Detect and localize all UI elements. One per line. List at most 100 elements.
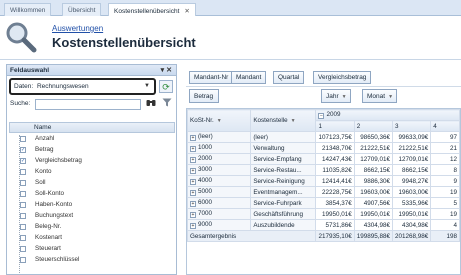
- binoculars-button[interactable]: [145, 98, 157, 111]
- checkbox[interactable]: [20, 180, 26, 186]
- column-header-name: Name: [34, 124, 52, 131]
- tab-willkommen[interactable]: Willkommen: [4, 3, 52, 16]
- expand-icon[interactable]: +: [190, 212, 196, 218]
- table-row: +4000 Service-Reinigung 12414,41€ 9886,30€ 9…: [187, 175, 460, 187]
- expand-icon[interactable]: +: [190, 157, 196, 163]
- data-field-betrag[interactable]: Betrag: [189, 89, 219, 103]
- checkbox[interactable]: [20, 213, 26, 219]
- value-cell: 19950,01€: [392, 208, 432, 220]
- value-cell: 4907,56€: [353, 197, 394, 209]
- collapse-icon[interactable]: −: [318, 113, 325, 119]
- value-cell: 107123,75€: [315, 131, 355, 143]
- expand-icon[interactable]: +: [190, 168, 196, 174]
- filter-drop-zone: Mandant-Nr Mandant Quartal Vergleichsbet…: [186, 67, 461, 87]
- field-label: Monat: [367, 93, 386, 100]
- close-icon[interactable]: ✕: [184, 8, 189, 15]
- value-cell: 97: [430, 131, 460, 143]
- kostenstelle-cell: Service-Fuhrpark: [250, 197, 317, 209]
- binoculars-icon: [146, 100, 156, 106]
- filter-field-mandant[interactable]: Mandant: [231, 71, 267, 84]
- kost-nr-cell[interactable]: +7000: [187, 208, 252, 220]
- checkbox[interactable]: [20, 246, 26, 252]
- kost-nr-cell[interactable]: +5000: [187, 186, 252, 198]
- kost-nr-cell[interactable]: +9000: [187, 219, 252, 231]
- list-item[interactable]: Beleg-Nr.: [9, 221, 175, 232]
- value-cell: 4304,98€: [353, 219, 394, 231]
- filter-field-mandant-nr[interactable]: Mandant-Nr: [189, 71, 234, 84]
- kost-nr-cell[interactable]: +1000: [187, 142, 252, 154]
- table-row: +5000 Eventmanagem... 22228,75€ 19603,00€ 19…: [187, 186, 460, 198]
- tab-uebersicht[interactable]: Übersicht: [62, 3, 102, 16]
- filter-field-quartal[interactable]: Quartal: [273, 71, 305, 84]
- value-cell: 8662,15€: [353, 164, 394, 176]
- field-list-header[interactable]: Name: [9, 122, 175, 133]
- chevron-down-icon: ▼: [290, 118, 296, 124]
- kost-nr-value: 3000: [198, 166, 213, 173]
- tab-kostenstellenuebersicht[interactable]: Kostenstellenübersicht ✕: [108, 3, 196, 17]
- month-header: 2: [353, 120, 394, 132]
- year-header[interactable]: −2009: [315, 109, 460, 121]
- panel-controls[interactable]: ▾ ✕: [161, 66, 172, 74]
- filter-field-vergleichsbetrag[interactable]: Vergleichsbetrag: [313, 71, 372, 84]
- list-item[interactable]: ✓ Vergleichsbetrag: [9, 155, 175, 166]
- checkbox[interactable]: [20, 202, 26, 208]
- list-item[interactable]: Soll-Konto: [9, 188, 175, 199]
- filter-button[interactable]: [161, 98, 173, 111]
- kost-nr-cell[interactable]: + (leer): [187, 131, 252, 143]
- daten-select[interactable]: Daten: Rechnungswesen ▼: [9, 78, 156, 95]
- expand-icon[interactable]: +: [190, 179, 196, 185]
- list-item[interactable]: Konto: [9, 166, 175, 177]
- list-item[interactable]: Haben-Konto: [9, 199, 175, 210]
- checkbox[interactable]: [20, 235, 26, 241]
- kost-nr-cell[interactable]: +3000: [187, 164, 252, 176]
- field-label: Steuerschlüssel: [35, 256, 80, 263]
- checkbox-checked[interactable]: ✓: [20, 147, 26, 153]
- checkbox[interactable]: [20, 169, 26, 175]
- kostenstelle-cell: Service-Reinigung: [250, 175, 317, 187]
- total-cell: 198: [430, 230, 460, 242]
- list-item[interactable]: Steuerart: [9, 243, 175, 254]
- kost-nr-cell[interactable]: +6000: [187, 197, 252, 209]
- list-item[interactable]: Steuerschlüssel: [9, 254, 175, 265]
- kostenstelle-cell: Service-Restau...: [250, 164, 317, 176]
- expand-icon[interactable]: +: [190, 135, 196, 141]
- list-item[interactable]: Kostenart: [9, 232, 175, 243]
- checkbox[interactable]: [20, 136, 26, 142]
- month-header: 3: [392, 120, 432, 132]
- list-item[interactable]: ✓ Betrag: [9, 144, 175, 155]
- field-label: Steuerart: [35, 245, 61, 252]
- list-item[interactable]: Buchungstext: [9, 210, 175, 221]
- expand-icon[interactable]: +: [190, 190, 196, 196]
- expand-icon[interactable]: +: [190, 146, 196, 152]
- expand-icon[interactable]: +: [190, 201, 196, 207]
- magnifier-icon: [6, 22, 37, 53]
- value-cell: 19950,01€: [353, 208, 394, 220]
- daten-label: Daten:: [14, 83, 34, 90]
- chevron-down-icon: ▼: [216, 118, 222, 124]
- column-field-monat[interactable]: Monat ▼: [362, 89, 398, 103]
- list-item[interactable]: Anzahl: [9, 133, 175, 144]
- refresh-button[interactable]: ⟳: [159, 80, 173, 93]
- kost-nr-value: 9000: [198, 221, 213, 228]
- value-cell: 3854,37€: [315, 197, 355, 209]
- chevron-down-icon: ▼: [341, 94, 347, 100]
- kost-nr-cell[interactable]: +2000: [187, 153, 252, 165]
- kostenstelle-cell: Eventmanagem...: [250, 186, 317, 198]
- list-item[interactable]: Soll: [9, 177, 175, 188]
- year-label: 2009: [326, 111, 341, 118]
- value-cell: 5335,96€: [392, 197, 432, 209]
- checkbox[interactable]: [20, 257, 26, 263]
- checkbox-checked[interactable]: ✓: [20, 158, 26, 164]
- row-field-kost-nr[interactable]: KoSt-Nr. ▼: [187, 109, 252, 132]
- field-label: Vergleichsbetrag: [35, 157, 82, 164]
- breadcrumb-auswertungen[interactable]: Auswertungen: [52, 24, 103, 33]
- value-cell: 19: [430, 208, 460, 220]
- row-field-kostenstelle[interactable]: Kostenstelle ▼: [250, 109, 317, 132]
- value-cell: 8: [430, 164, 460, 176]
- checkbox[interactable]: [20, 191, 26, 197]
- checkbox[interactable]: [20, 224, 26, 230]
- search-input[interactable]: [35, 99, 141, 110]
- kost-nr-cell[interactable]: +4000: [187, 175, 252, 187]
- expand-icon[interactable]: +: [190, 223, 196, 229]
- column-field-jahr[interactable]: Jahr ▼: [321, 89, 351, 103]
